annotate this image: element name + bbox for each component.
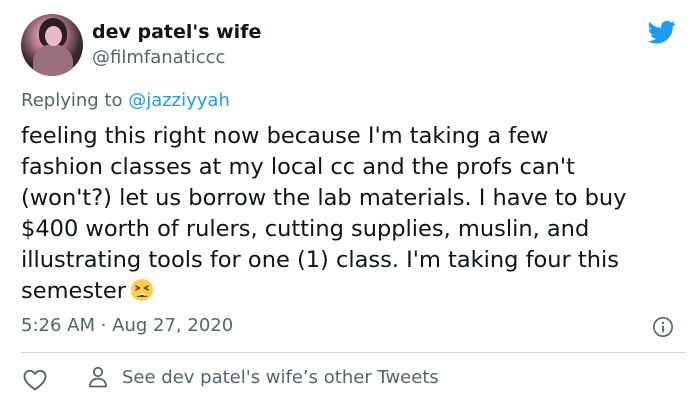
person-icon: [89, 366, 107, 388]
replying-to-prefix: Replying to: [21, 90, 129, 111]
author-display-name[interactable]: dev patel's wife: [92, 21, 261, 43]
tweet-text-line: feeling this right now because I'm takin…: [21, 123, 549, 149]
tweet-text-last-line: semester: [21, 276, 686, 307]
tweet-text-line: illustrating tools for one (1) class. I'…: [21, 247, 620, 273]
tired-face-emoji: [130, 279, 153, 301]
tweet-card: dev patel's wife @filmfanaticcc Replying…: [0, 0, 700, 407]
see-other-tweets-label: See dev patel's wife’s other Tweets: [122, 366, 439, 388]
avatar-face: [45, 26, 62, 46]
author-handle[interactable]: @filmfanaticcc: [92, 47, 225, 68]
replying-to: Replying to @jazziyyah: [21, 90, 230, 111]
tweet-text-line: (won't?) let us borrow the lab materials…: [21, 185, 627, 211]
divider: [21, 352, 686, 353]
info-icon[interactable]: [652, 316, 674, 338]
tweet-text-line: fashion classes at my local cc and the p…: [21, 154, 575, 180]
tweet-text-line: $400 worth of rulers, cutting supplies, …: [21, 216, 590, 242]
tweet-timestamp[interactable]: 5:26 AM · Aug 27, 2020: [21, 315, 233, 336]
heart-icon[interactable]: [23, 369, 47, 391]
see-other-tweets-link[interactable]: See dev patel's wife’s other Tweets: [88, 366, 439, 388]
tweet-text-line: semester: [21, 278, 126, 304]
tweet-text: feeling this right now because I'm takin…: [21, 121, 686, 307]
avatar-body: [33, 44, 73, 76]
avatar[interactable]: [21, 14, 83, 76]
reply-mention-link[interactable]: @jazziyyah: [128, 90, 230, 111]
twitter-bird-icon[interactable]: [646, 18, 678, 46]
